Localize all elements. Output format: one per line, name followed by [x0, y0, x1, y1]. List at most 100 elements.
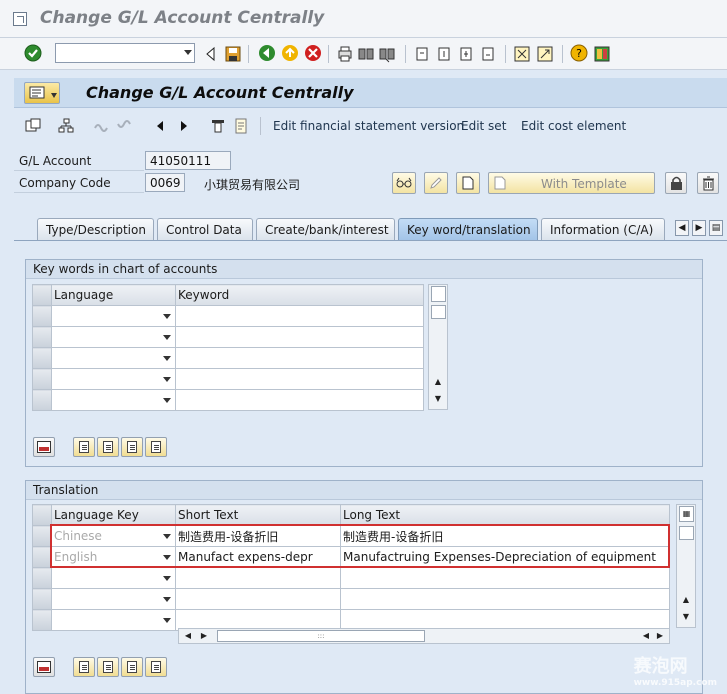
translation-vscroll[interactable]: ▦ ▲ ▼: [676, 504, 696, 628]
chevron-down-icon[interactable]: [163, 597, 171, 602]
row-selector[interactable]: [32, 368, 52, 390]
tab-scroll-left-icon[interactable]: ◀: [675, 220, 689, 236]
help-icon[interactable]: ?: [570, 44, 588, 62]
scroll-left-icon[interactable]: ◀: [639, 629, 653, 643]
select-all-cell[interactable]: [32, 504, 52, 526]
create-session-icon[interactable]: [513, 45, 531, 63]
chevron-down-icon[interactable]: [163, 576, 171, 581]
scroll-up-icon[interactable]: ▲: [679, 593, 693, 607]
select-block-button[interactable]: [33, 657, 55, 677]
delete-row-button[interactable]: [121, 437, 143, 457]
row-selector[interactable]: [32, 347, 52, 369]
company-code-field[interactable]: 0069: [145, 173, 185, 192]
row-selector[interactable]: [32, 525, 52, 547]
chevron-down-icon[interactable]: [163, 314, 171, 319]
scroll-down-icon[interactable]: ▼: [679, 610, 693, 624]
create-button[interactable]: [456, 172, 480, 194]
scroll-thumb[interactable]: :::: [217, 630, 425, 642]
long-text-cell[interactable]: [340, 567, 670, 589]
copy-row-button[interactable]: [97, 657, 119, 677]
scroll-left-icon[interactable]: ◀: [181, 629, 195, 643]
select-block-button[interactable]: [33, 437, 55, 457]
move-row-button[interactable]: [145, 657, 167, 677]
chevron-down-icon[interactable]: [163, 377, 171, 382]
chevron-down-icon[interactable]: [184, 50, 192, 55]
find-next-icon[interactable]: [378, 45, 396, 63]
edit-cost-element-link[interactable]: Edit cost element: [521, 119, 626, 133]
previous-arrow-icon[interactable]: [152, 118, 168, 134]
shortcut-icon[interactable]: [536, 45, 554, 63]
column-settings-icon[interactable]: ▦: [679, 506, 694, 522]
tab-type-description[interactable]: Type/Description: [37, 218, 154, 240]
command-field[interactable]: [55, 43, 195, 63]
enter-check-icon[interactable]: [24, 44, 42, 62]
tab-create-bank-interest[interactable]: Create/bank/interest: [256, 218, 395, 240]
row-selector[interactable]: [32, 305, 52, 327]
tab-key-word-translation[interactable]: Key word/translation: [398, 218, 538, 240]
insert-row-button[interactable]: [73, 657, 95, 677]
column-settings-icon[interactable]: [431, 286, 446, 302]
short-text-cell[interactable]: [175, 567, 341, 589]
chevron-down-icon[interactable]: [163, 618, 171, 623]
language-cell[interactable]: [51, 326, 176, 348]
language-cell[interactable]: [51, 305, 176, 327]
long-text-cell[interactable]: [340, 588, 670, 610]
edit-fs-version-link[interactable]: Edit financial statement version: [273, 119, 464, 133]
exit-yellow-icon[interactable]: [281, 44, 299, 62]
language-key-cell[interactable]: [51, 588, 176, 610]
column-header-language-key[interactable]: Language Key: [51, 504, 176, 526]
keyword-cell[interactable]: [175, 305, 424, 327]
last-page-icon[interactable]: [479, 45, 497, 63]
chevron-down-icon[interactable]: [163, 335, 171, 340]
layout-menu-icon[interactable]: [593, 45, 611, 63]
language-cell[interactable]: [51, 368, 176, 390]
keyword-cell[interactable]: [175, 368, 424, 390]
next-page-icon[interactable]: [457, 45, 475, 63]
chevron-down-icon[interactable]: [163, 356, 171, 361]
row-selector[interactable]: [32, 567, 52, 589]
tab-scroll-right-icon[interactable]: ▶: [692, 220, 706, 236]
tab-information-ca[interactable]: Information (C/A): [541, 218, 665, 240]
delete-row-button[interactable]: [121, 657, 143, 677]
row-selector[interactable]: [32, 588, 52, 610]
link-disabled-2-icon[interactable]: [116, 118, 132, 134]
language-key-cell[interactable]: [51, 567, 176, 589]
keywords-vscroll[interactable]: ▲ ▼: [428, 284, 448, 410]
next-arrow-icon[interactable]: [176, 118, 192, 134]
cancel-red-icon[interactable]: [304, 44, 322, 62]
row-selector[interactable]: [32, 389, 52, 411]
find-icon[interactable]: [357, 45, 375, 63]
scroll-down-icon[interactable]: ▼: [431, 392, 445, 406]
gl-account-field[interactable]: 41050111: [145, 151, 231, 170]
previous-page-icon[interactable]: [435, 45, 453, 63]
language-key-cell[interactable]: [51, 609, 176, 631]
exit-icon[interactable]: [13, 12, 27, 26]
first-page-icon[interactable]: [413, 45, 431, 63]
glasses-display-button[interactable]: [392, 172, 416, 194]
delete-button[interactable]: [697, 172, 719, 194]
tab-control-data[interactable]: Control Data: [157, 218, 253, 240]
scroll-right-icon[interactable]: ▶: [653, 629, 667, 643]
keyword-cell[interactable]: [175, 347, 424, 369]
copy-row-button[interactable]: [97, 437, 119, 457]
with-template-button[interactable]: With Template: [488, 172, 655, 194]
keyword-cell[interactable]: [175, 326, 424, 348]
hierarchy-icon[interactable]: [58, 118, 74, 134]
column-header-language[interactable]: Language: [51, 284, 176, 306]
row-selector[interactable]: [32, 609, 52, 631]
scroll-thumb[interactable]: [431, 305, 446, 319]
print-icon[interactable]: [336, 45, 354, 63]
edit-set-link[interactable]: Edit set: [461, 119, 506, 133]
menu-button[interactable]: [24, 82, 60, 104]
select-all-cell[interactable]: [32, 284, 52, 306]
language-cell[interactable]: [51, 347, 176, 369]
row-selector[interactable]: [32, 326, 52, 348]
language-cell[interactable]: [51, 389, 176, 411]
back-green-icon[interactable]: [258, 44, 276, 62]
translation-hscroll[interactable]: ◀ ▶ ::: ◀ ▶: [178, 628, 670, 644]
pencil-edit-button[interactable]: [424, 172, 448, 194]
scroll-thumb[interactable]: [679, 526, 694, 540]
tab-list-icon[interactable]: ▤: [709, 220, 723, 236]
column-header-long-text[interactable]: Long Text: [340, 504, 670, 526]
column-header-short-text[interactable]: Short Text: [175, 504, 341, 526]
